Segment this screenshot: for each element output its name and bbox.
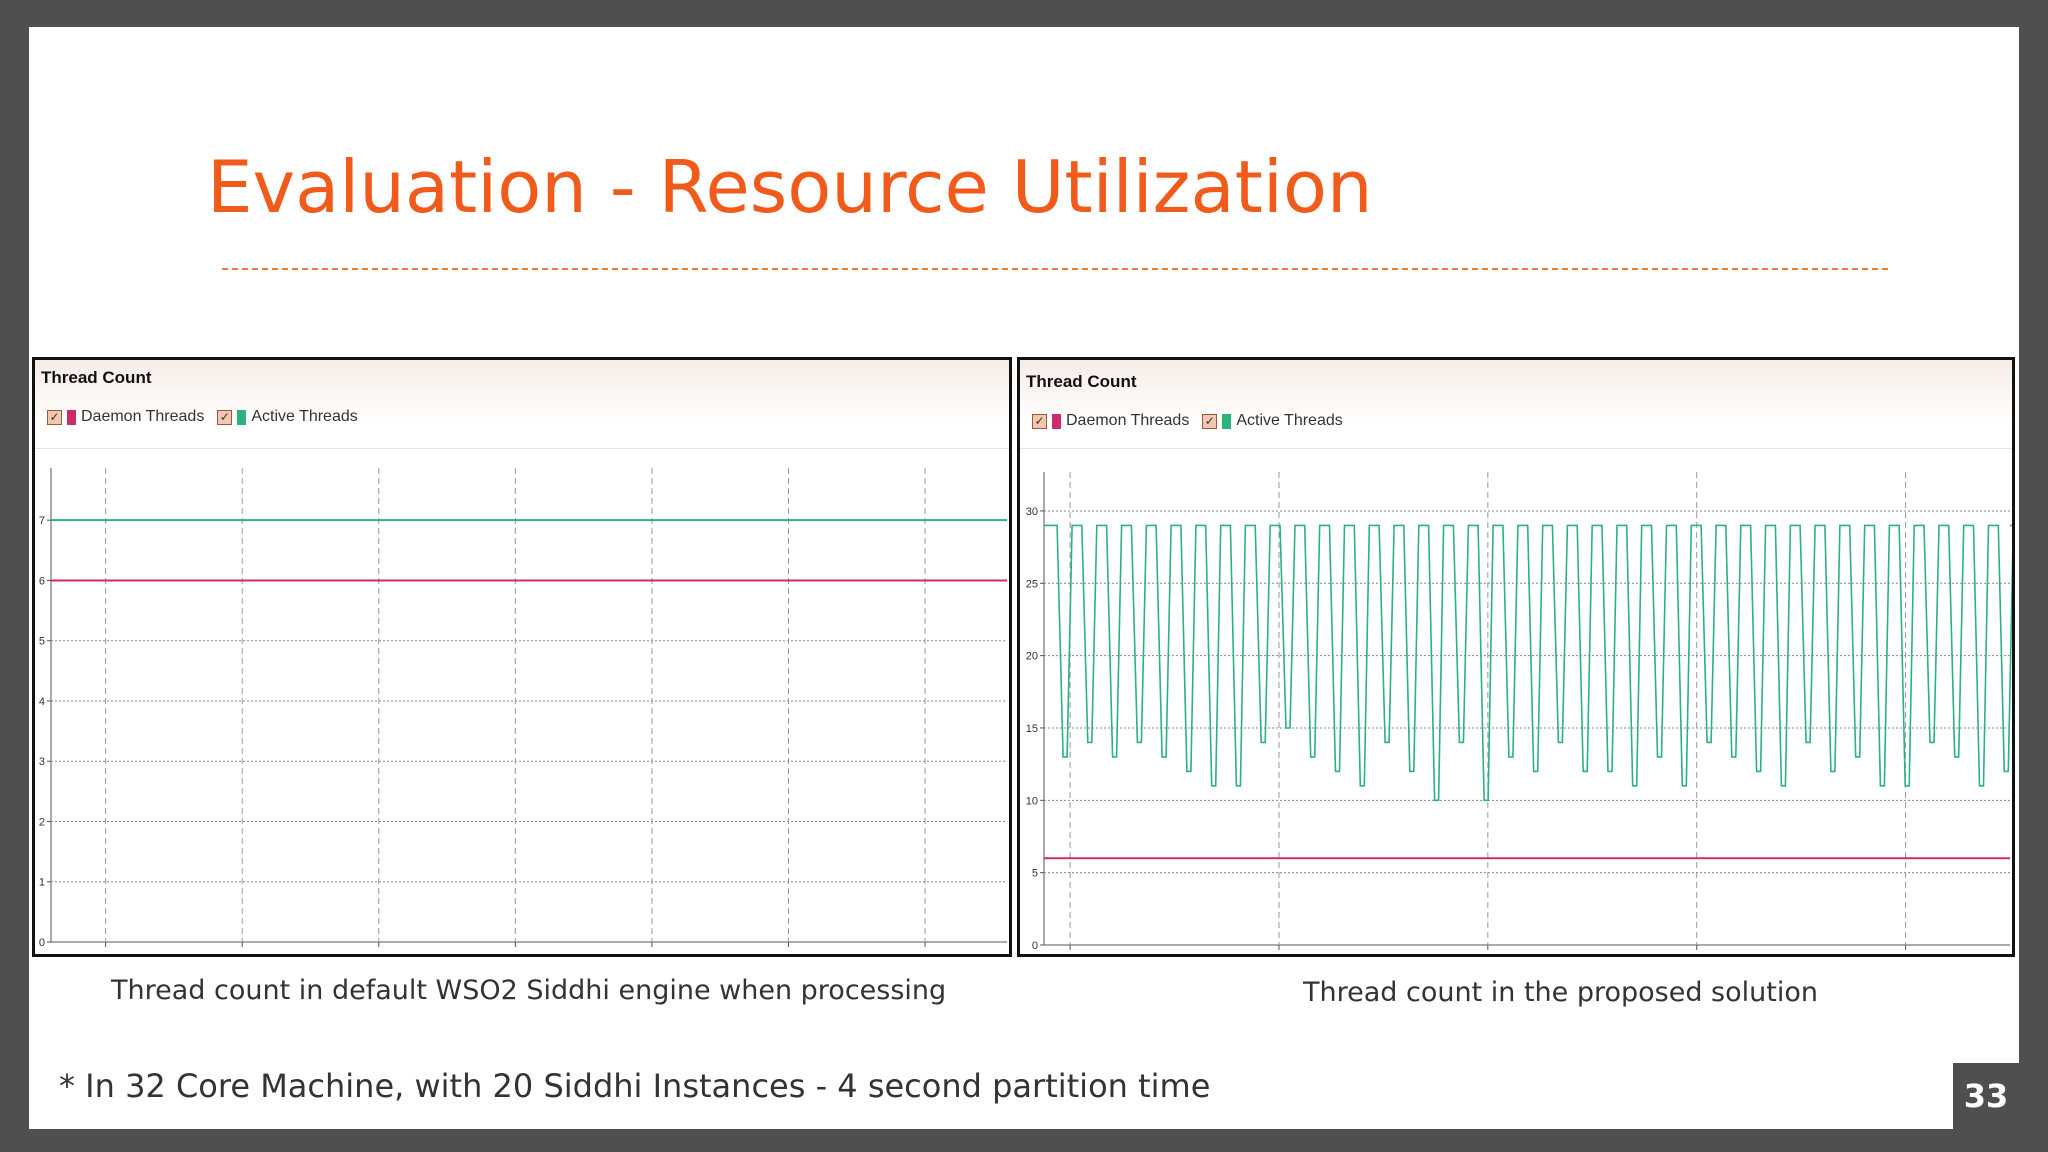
- page-number: 33: [1953, 1063, 2019, 1129]
- slide: Evaluation - Resource Utilization Thread…: [29, 27, 2019, 1129]
- slide-title: Evaluation - Resource Utilization: [207, 145, 1373, 229]
- left-caption: Thread count in default WSO2 Siddhi engi…: [111, 975, 947, 1006]
- y-tick-label: 25: [1026, 578, 1038, 590]
- y-tick-label: 3: [39, 756, 45, 768]
- active-threads-line: [1044, 524, 2012, 802]
- left-thread-chart: 012345673:10:00 PM3:15:00 PM3:20:00 PM3:…: [39, 468, 1007, 949]
- y-tick-label: 0: [39, 937, 45, 949]
- y-tick-label: 30: [1026, 506, 1038, 518]
- right-thread-chart: 0510152025304:10:00 PM4:12:00 PM4:14:00 …: [1026, 472, 2012, 952]
- footnote: * In 32 Core Machine, with 20 Siddhi Ins…: [59, 1067, 1211, 1105]
- y-tick-label: 20: [1026, 651, 1038, 663]
- y-tick-label: 4: [39, 696, 45, 708]
- y-tick-label: 15: [1026, 723, 1038, 735]
- y-tick-label: 5: [39, 636, 45, 648]
- y-tick-label: 0: [1032, 940, 1038, 952]
- y-tick-label: 1: [39, 877, 45, 889]
- y-tick-label: 5: [1032, 868, 1038, 880]
- y-tick-label: 10: [1026, 795, 1038, 807]
- left-chart-panel: Thread Count ✓ Daemon Threads ✓ Active T…: [32, 357, 1012, 957]
- y-tick-label: 2: [39, 816, 45, 828]
- y-tick-label: 6: [39, 575, 45, 587]
- title-divider: [222, 268, 1888, 270]
- right-chart-panel: Thread Count ✓ Daemon Threads ✓ Active T…: [1017, 357, 2015, 957]
- y-tick-label: 7: [39, 515, 45, 527]
- right-caption: Thread count in the proposed solution: [1303, 977, 1818, 1008]
